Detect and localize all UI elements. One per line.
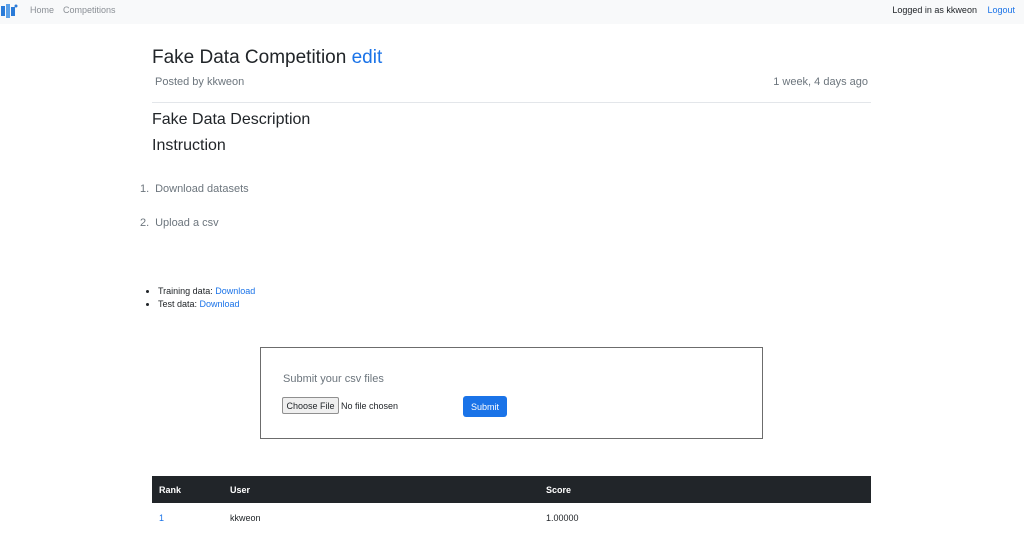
submission-form: Submit your csv files Choose File No fil… — [260, 347, 763, 439]
header-divider — [152, 102, 871, 103]
column-header-score: Score — [546, 476, 871, 503]
nav-competitions-link[interactable]: Competitions — [63, 5, 116, 15]
download-item-test: Test data: Download — [158, 299, 255, 312]
page-title: Fake Data Competition edit — [152, 46, 871, 70]
choose-file-button[interactable]: Choose File — [282, 397, 339, 414]
posted-by: Posted by kkweon — [155, 76, 245, 88]
submit-label: Submit your csv files — [283, 373, 384, 385]
step-text: Download datasets — [155, 183, 249, 195]
edit-link[interactable]: edit — [352, 47, 383, 68]
posted-time: 1 week, 4 days ago — [773, 76, 868, 88]
score-cell: 1.00000 — [546, 513, 579, 523]
test-download-link[interactable]: Download — [200, 299, 240, 309]
download-label: Training data: — [158, 286, 216, 296]
instruction-step: 1. Download datasets — [140, 183, 249, 217]
download-item-training: Training data: Download — [158, 286, 255, 299]
nav-home-link[interactable]: Home — [30, 5, 54, 15]
leaderboard-header-row: Rank User Score — [152, 476, 871, 503]
step-number: 1. — [140, 183, 150, 195]
training-download-link[interactable]: Download — [215, 286, 255, 296]
logout-link[interactable]: Logout — [987, 5, 1015, 15]
submit-button[interactable]: Submit — [463, 396, 507, 417]
instruction-steps: 1. Download datasets 2. Upload a csv — [140, 183, 249, 251]
download-label: Test data: — [158, 299, 200, 309]
competition-header: Fake Data Competition edit Posted by kkw… — [152, 46, 871, 92]
competition-description: Fake Data Description — [152, 111, 311, 128]
step-number: 2. — [140, 217, 150, 229]
file-status: No file chosen — [341, 401, 399, 411]
column-header-rank: Rank — [152, 476, 230, 503]
instruction-heading: Instruction — [152, 137, 226, 154]
download-list: Training data: Download Test data: Downl… — [158, 286, 255, 312]
competition-title: Fake Data Competition — [152, 47, 347, 68]
column-header-user: User — [230, 476, 546, 503]
instruction-step: 2. Upload a csv — [140, 217, 249, 251]
rank-cell: 1 — [159, 513, 165, 523]
brand-logo-icon[interactable] — [0, 3, 18, 19]
user-cell: kkweon — [230, 513, 261, 523]
nav-user-area: Logged in as kkweon Logout — [892, 5, 1015, 15]
leaderboard-table: Rank User Score 1 kkweon 1.00000 — [152, 476, 871, 533]
post-meta: Posted by kkweon 1 week, 4 days ago — [152, 74, 871, 92]
step-text: Upload a csv — [155, 217, 219, 229]
table-row: 1 kkweon 1.00000 — [152, 503, 871, 533]
logged-in-text: Logged in as kkweon — [892, 5, 977, 15]
top-navbar: Home Competitions Logged in as kkweon Lo… — [0, 0, 1024, 24]
